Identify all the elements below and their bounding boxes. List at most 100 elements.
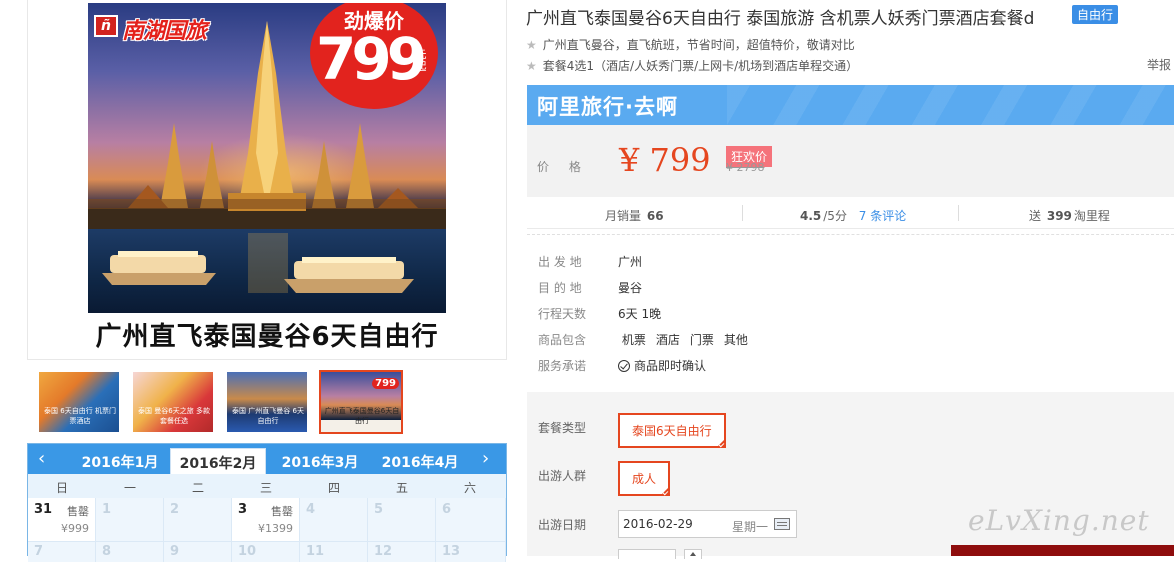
- info-includes: 商品包含 机票 酒店 门票 其他: [538, 331, 758, 348]
- thumbnail-label: 泰国 6天自由行 机票门票酒店: [44, 407, 116, 425]
- info-service: 服务承诺 商品即时确认: [538, 357, 716, 374]
- promo-price: 799: [316, 25, 427, 93]
- calendar-day: 11: [300, 542, 368, 562]
- package-label: 套餐类型: [538, 421, 587, 435]
- chevron-left-icon[interactable]: ‹: [38, 448, 45, 469]
- sales-stats: 月销量 66 4.5/5分 7 条评论 送 399 淘里程: [527, 199, 1174, 229]
- date-input[interactable]: 2016-02-29 星期一: [618, 510, 797, 538]
- day-status: 售罄: [271, 505, 293, 518]
- calendar-day: 10: [232, 542, 300, 562]
- brand-logo: ñ 南湖国旅: [94, 13, 244, 44]
- include-item: 机票: [621, 333, 646, 347]
- day-number: 9: [170, 544, 180, 559]
- promo-unit: 元起: [415, 48, 427, 73]
- info-value: 广州: [618, 255, 643, 269]
- info-value: 曼谷: [618, 281, 643, 295]
- product-title: 广州直飞泰国曼谷6天自由行 泰国旅游 含机票人妖秀门票酒店套餐d: [526, 9, 1035, 29]
- promo-brand: 阿里旅行·去啊: [537, 95, 678, 119]
- info-key: 出 发 地: [538, 255, 582, 269]
- thumbnail-4-selected[interactable]: 799 广州直飞泰国曼谷6天自由行: [319, 370, 403, 434]
- banner-pattern: [727, 85, 1174, 125]
- star-icon: ★: [526, 59, 537, 73]
- weekday: 一: [123, 481, 136, 495]
- rating: 4.5/5分 7 条评论: [798, 207, 906, 224]
- current-price: ¥ 799: [619, 141, 711, 179]
- weekday: 三: [259, 481, 272, 495]
- thumbnail-strip: 泰国 6天自由行 机票门票酒店 泰国 曼谷6天之旅 多款套餐任选 泰国 广州直飞…: [27, 362, 507, 442]
- product-type-badge: 自由行: [1072, 5, 1119, 24]
- quantity-input[interactable]: [618, 549, 676, 559]
- info-key: 目 的 地: [538, 281, 582, 295]
- calendar-weekdays: 日 一 二 三 四 五 六: [28, 474, 506, 498]
- calendar-day: 2: [164, 498, 232, 542]
- brand-name: 南湖国旅: [122, 19, 207, 44]
- day-number: 1: [102, 502, 112, 517]
- day-number: 8: [102, 544, 112, 559]
- day-number: 31: [34, 502, 53, 517]
- day-number: 4: [306, 502, 316, 517]
- calendar-day-available[interactable]: 31 售罄 ¥999: [28, 498, 96, 542]
- travelers-label: 出游人群: [538, 469, 587, 483]
- calendar-grid: 31 售罄 ¥999 1 2 3 售罄 ¥1399 4 5 6 7 8 9 10…: [28, 498, 506, 562]
- info-key: 商品包含: [538, 333, 587, 347]
- calendar-day: 9: [164, 542, 232, 562]
- info-departure: 出 发 地 广州: [538, 253, 642, 270]
- thumbnail-3[interactable]: 泰国 广州直飞曼谷 6天自由行: [225, 370, 309, 434]
- weekday: 四: [327, 481, 340, 495]
- divider: [742, 205, 743, 221]
- points-prefix: 送: [1029, 209, 1042, 223]
- section-divider: [527, 234, 1174, 235]
- price-panel: 阿里旅行·去啊 价 格 ¥ 799 狂欢价 ¥ 2798: [527, 85, 1174, 197]
- calendar-day: 1: [96, 498, 164, 542]
- report-link[interactable]: 举报: [1147, 56, 1171, 73]
- reviews-link[interactable]: 7 条评论: [859, 209, 906, 223]
- price-label: 价 格: [537, 160, 589, 174]
- feature-text: 套餐4选1（酒店/人妖秀门票/上网卡/机场到酒店单程交通）: [542, 59, 859, 73]
- day-number: 12: [374, 544, 393, 559]
- reward-points: 送 399 淘里程: [1029, 207, 1110, 224]
- floating-bar: [951, 545, 1174, 556]
- star-icon: ★: [526, 38, 537, 52]
- day-number: 7: [34, 544, 44, 559]
- original-price: ¥ 2798: [726, 161, 765, 174]
- feature-line-1: ★ 广州直飞曼谷，直飞航班，节省时间，超值特价，敬请对比: [526, 36, 855, 53]
- info-key: 服务承诺: [538, 359, 587, 373]
- product-main-image[interactable]: ñ 南湖国旅 劲爆价 799 元起: [88, 3, 446, 313]
- calendar-day: 4: [300, 498, 368, 542]
- package-option-selected[interactable]: 泰国6天自由行: [618, 413, 726, 448]
- tab-month-1[interactable]: 2016年1月: [72, 452, 168, 472]
- poster-caption: 广州直飞泰国曼谷6天自由行: [95, 322, 439, 352]
- travelers-option-selected[interactable]: 成人: [618, 461, 671, 496]
- calendar-day-available[interactable]: 3 售罄 ¥1399: [232, 498, 300, 542]
- calendar-day: 8: [96, 542, 164, 562]
- check-circle-icon: [618, 360, 630, 372]
- tab-month-3[interactable]: 2016年3月: [272, 452, 368, 472]
- calendar-day: 6: [436, 498, 506, 542]
- divider: [958, 205, 959, 221]
- departure-calendar: ‹ 2016年1月 2016年2月 2016年3月 2016年4月 › 日 一 …: [27, 443, 507, 562]
- date-value: 2016-02-29: [623, 517, 693, 531]
- calendar-icon[interactable]: [774, 518, 790, 530]
- thumbnail-1[interactable]: 泰国 6天自由行 机票门票酒店: [37, 370, 121, 434]
- quantity-up-icon[interactable]: [684, 549, 702, 559]
- day-status: 售罄: [67, 505, 89, 518]
- thumbnail-2[interactable]: 泰国 曼谷6天之旅 多款套餐任选: [131, 370, 215, 434]
- calendar-day: 12: [368, 542, 436, 562]
- thumbnail-badge: 799: [372, 378, 399, 389]
- chevron-right-icon[interactable]: ›: [482, 448, 489, 469]
- day-number: 11: [306, 544, 325, 559]
- rating-max: /5分: [823, 209, 847, 223]
- calendar-day: 5: [368, 498, 436, 542]
- calendar-header: ‹ 2016年1月 2016年2月 2016年3月 2016年4月 ›: [28, 444, 506, 474]
- thumbnail-label: 泰国 曼谷6天之旅 多款套餐任选: [138, 407, 210, 425]
- tab-month-2-active[interactable]: 2016年2月: [170, 448, 266, 474]
- tab-month-4[interactable]: 2016年4月: [372, 452, 468, 472]
- info-duration: 行程天数 6天 1晚: [538, 305, 661, 322]
- info-key: 行程天数: [538, 307, 587, 321]
- points-suffix: 淘里程: [1073, 209, 1110, 223]
- day-number: 5: [374, 502, 384, 517]
- weekday: 五: [395, 481, 408, 495]
- day-price: ¥999: [61, 522, 89, 535]
- day-number: 3: [238, 502, 248, 517]
- feature-line-2: ★ 套餐4选1（酒店/人妖秀门票/上网卡/机场到酒店单程交通）: [526, 57, 858, 74]
